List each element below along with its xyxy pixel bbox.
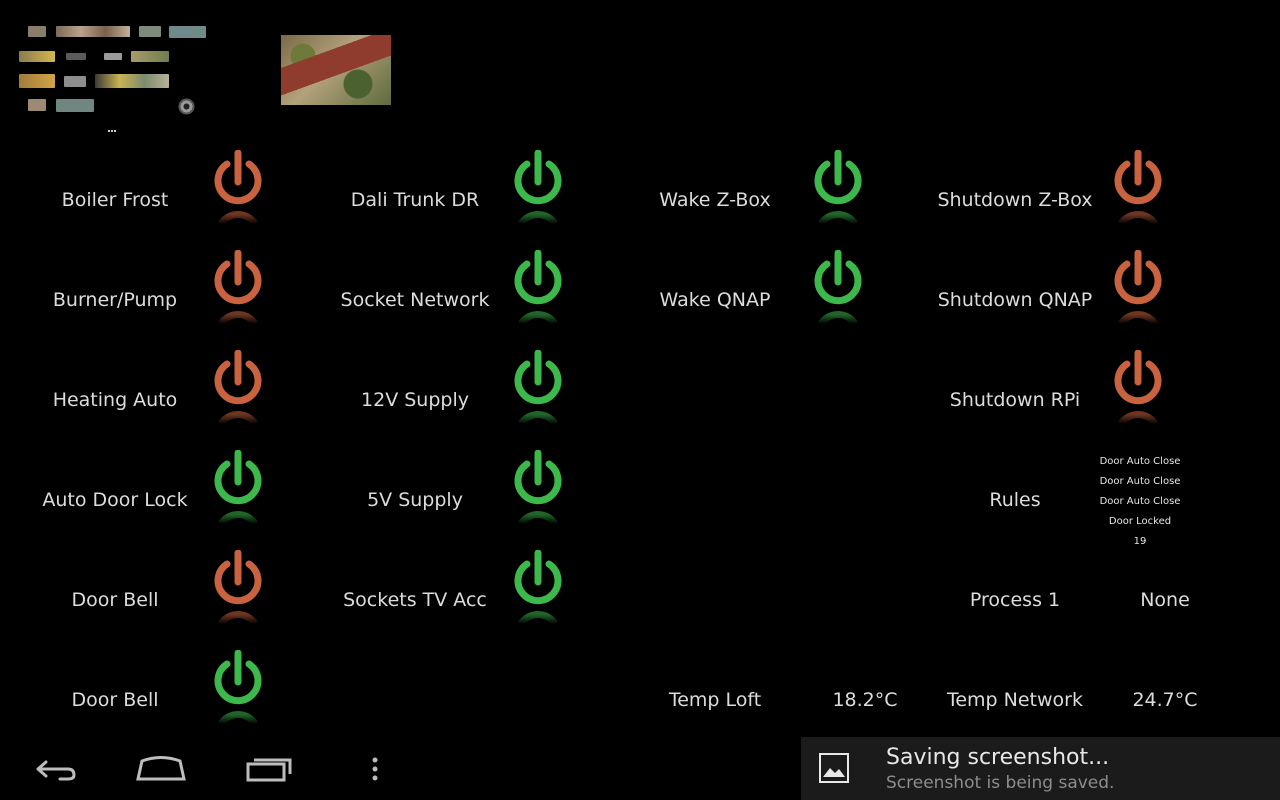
- process-value: None: [1140, 589, 1190, 611]
- temp-network-value: 24.7°C: [1132, 689, 1198, 711]
- notification-title: Saving screenshot...: [886, 745, 1110, 770]
- power-toggle-icon[interactable]: [510, 250, 566, 342]
- process-label: Process 1: [969, 589, 1061, 611]
- image-icon: [819, 753, 849, 783]
- menu-overflow-icon[interactable]: [366, 751, 384, 787]
- power-toggle-icon[interactable]: [510, 550, 566, 642]
- power-toggle-icon[interactable]: [510, 350, 566, 442]
- thumbnail[interactable]: [95, 74, 169, 88]
- switch-label: Sockets TV Acc: [343, 589, 487, 611]
- rules-list: Door Auto Close Door Auto Close Door Aut…: [1090, 452, 1190, 552]
- switch-label: Shutdown RPi: [949, 389, 1081, 411]
- ellipsis-icon: [108, 130, 116, 135]
- power-toggle-icon[interactable]: [1110, 250, 1166, 342]
- rule-item: 19: [1133, 536, 1147, 547]
- switch-label: 5V Supply: [367, 489, 463, 511]
- power-toggle-icon[interactable]: [210, 650, 266, 737]
- screenshot-notification[interactable]: Saving screenshot... Screenshot is being…: [801, 737, 1280, 800]
- switch-label: Wake Z-Box: [659, 189, 771, 211]
- power-toggle-icon[interactable]: [810, 250, 866, 342]
- aerial-photo: [281, 35, 391, 105]
- switch-label: Dali Trunk DR: [350, 189, 480, 211]
- thumbnail[interactable]: [131, 51, 169, 62]
- thumbnail[interactable]: [28, 99, 46, 111]
- rule-item: Door Auto Close: [1099, 496, 1181, 507]
- notification-subtitle: Screenshot is being saved.: [886, 773, 1115, 793]
- thumbnail[interactable]: [56, 26, 130, 37]
- thumbnail[interactable]: [139, 26, 161, 37]
- gear-icon[interactable]: [178, 98, 195, 115]
- switch-label: Heating Auto: [52, 389, 178, 411]
- rule-item: Door Auto Close: [1099, 476, 1181, 487]
- thumbnail[interactable]: [19, 74, 55, 88]
- switch-label: Door Bell: [71, 589, 159, 611]
- rule-item: Door Auto Close: [1099, 456, 1181, 467]
- thumbnail[interactable]: [66, 53, 86, 60]
- switch-label: 12V Supply: [361, 389, 469, 411]
- home-icon[interactable]: [134, 751, 188, 787]
- switch-label: Burner/Pump: [52, 289, 178, 311]
- power-toggle-icon[interactable]: [510, 450, 566, 542]
- power-toggle-icon[interactable]: [210, 250, 266, 342]
- switch-label: Boiler Frost: [61, 189, 169, 211]
- power-toggle-icon[interactable]: [810, 150, 866, 242]
- thumbnail[interactable]: [56, 99, 94, 112]
- power-toggle-icon[interactable]: [210, 550, 266, 642]
- switch-label: Door Bell: [71, 689, 159, 711]
- switch-label: Wake QNAP: [659, 289, 771, 311]
- power-toggle-icon[interactable]: [210, 350, 266, 442]
- switch-label: Shutdown Z-Box: [937, 189, 1093, 211]
- recent-apps-icon[interactable]: [244, 751, 296, 787]
- thumbnail[interactable]: [169, 26, 206, 38]
- switch-label: Socket Network: [340, 289, 490, 311]
- power-toggle-icon[interactable]: [1110, 150, 1166, 242]
- thumbnail[interactable]: [64, 76, 86, 87]
- switch-label: Shutdown QNAP: [937, 289, 1093, 311]
- power-toggle-icon[interactable]: [210, 150, 266, 242]
- thumbnail[interactable]: [28, 26, 46, 37]
- temp-network-label: Temp Network: [946, 689, 1083, 711]
- power-toggle-icon[interactable]: [510, 150, 566, 242]
- thumbnail-gallery: [0, 0, 230, 140]
- back-icon[interactable]: [30, 751, 80, 787]
- temp-loft-label: Temp Loft: [668, 689, 762, 711]
- rules-label: Rules: [989, 489, 1041, 511]
- switch-label: Auto Door Lock: [42, 489, 188, 511]
- power-toggle-icon[interactable]: [210, 450, 266, 542]
- rule-item: Door Locked: [1108, 516, 1172, 527]
- power-toggle-icon[interactable]: [1110, 350, 1166, 442]
- thumbnail[interactable]: [19, 51, 55, 62]
- thumbnail[interactable]: [104, 53, 122, 60]
